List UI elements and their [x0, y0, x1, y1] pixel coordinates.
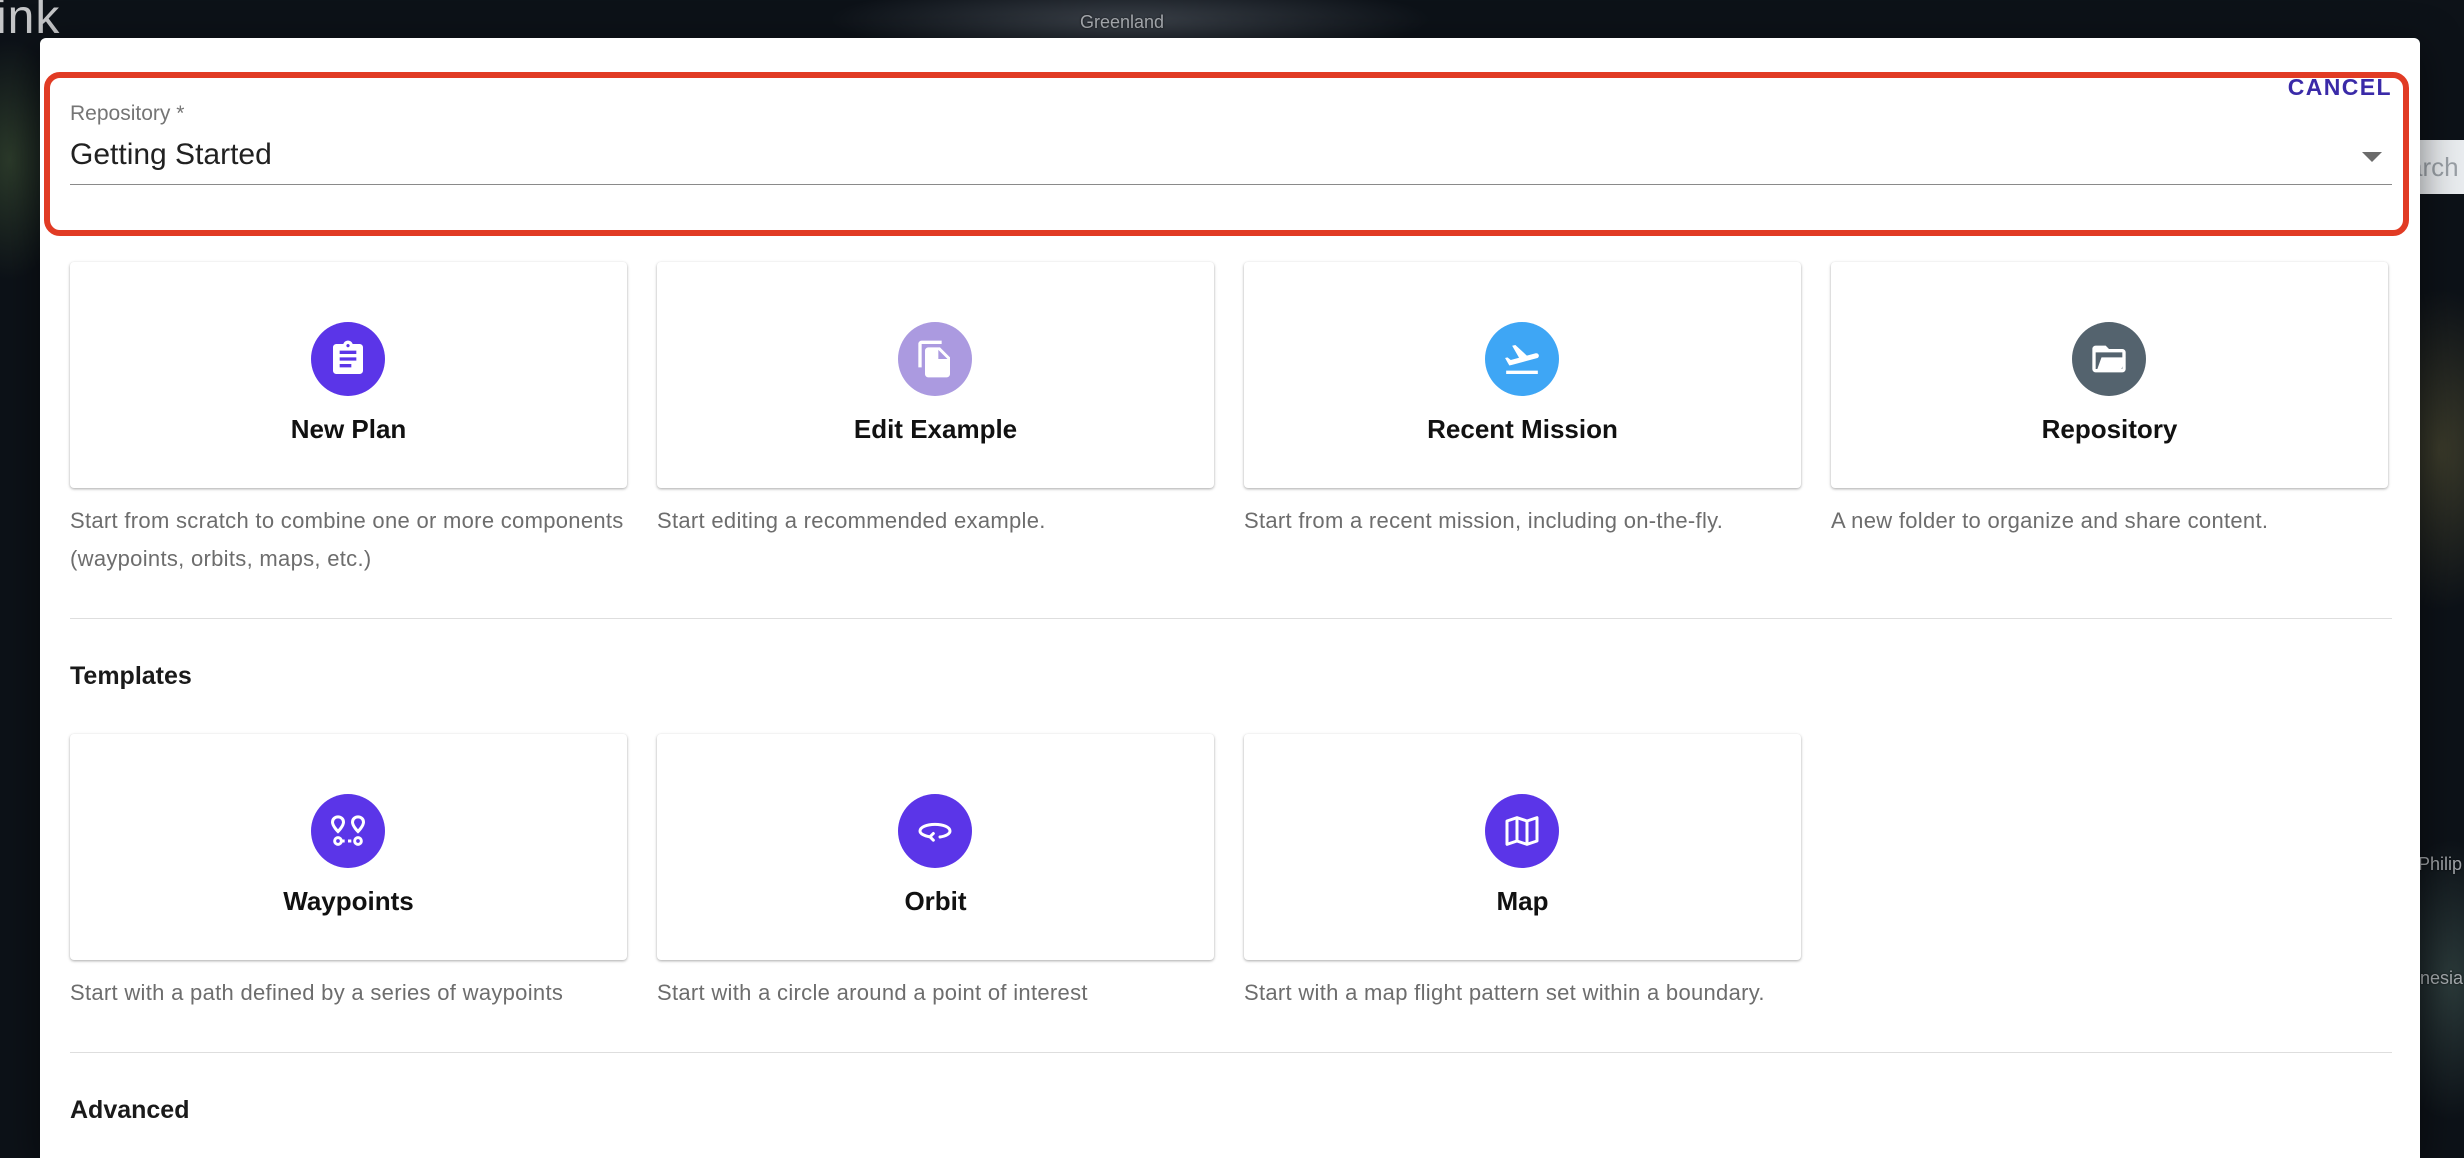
card-description: A new folder to organize and share conte…	[1831, 508, 2269, 533]
map-label-nesia: nesia	[2420, 968, 2464, 988]
card-repository[interactable]: Repository	[1831, 262, 2388, 488]
card-title: Repository	[2041, 414, 2178, 444]
card-description: Start with a map flight pattern set with…	[1244, 980, 1765, 1005]
card-description: Start from scratch to combine one or mor…	[70, 508, 624, 571]
card-title: Recent Mission	[1427, 414, 1618, 444]
card-edit-example[interactable]: Edit Example	[657, 262, 1214, 488]
templates-heading: Templates	[70, 662, 192, 690]
dropdown-arrow-icon[interactable]	[2362, 152, 2382, 162]
card-title: Map	[1496, 886, 1549, 916]
create-dialog: CANCEL Repository * Getting Started New …	[40, 38, 2420, 1158]
card-title: Waypoints	[283, 886, 414, 916]
card-description: Start with a circle around a point of in…	[657, 980, 1088, 1005]
repository-select-underline	[70, 184, 2392, 185]
section-divider	[70, 618, 2392, 619]
advanced-heading: Advanced	[70, 1096, 190, 1124]
card-new-plan[interactable]: New Plan	[70, 262, 627, 488]
card-description: Start editing a recommended example.	[657, 508, 1046, 533]
card-description: Start with a path defined by a series of…	[70, 980, 564, 1005]
card-description: Start from a recent mission, including o…	[1244, 508, 1724, 533]
card-title: New Plan	[290, 414, 407, 444]
card-recent-mission[interactable]: Recent Mission	[1244, 262, 1801, 488]
copy-file-icon	[898, 322, 972, 396]
card-title: Orbit	[904, 886, 967, 916]
repository-select-label: Repository *	[70, 102, 185, 125]
card-map[interactable]: Map	[1244, 734, 1801, 960]
section-divider	[70, 1052, 2392, 1053]
card-title: Edit Example	[853, 414, 1018, 444]
card-waypoints[interactable]: Waypoints	[70, 734, 627, 960]
cancel-button[interactable]: CANCEL	[2288, 74, 2392, 101]
repository-select[interactable]: Repository * Getting Started	[70, 98, 2392, 226]
clipboard-icon	[311, 322, 385, 396]
folder-open-icon	[2072, 322, 2146, 396]
waypoints-icon	[311, 794, 385, 868]
plane-takeoff-icon	[1485, 322, 1559, 396]
map-label-philip: Philip	[2418, 854, 2463, 874]
map-icon	[1485, 794, 1559, 868]
orbit-icon	[898, 794, 972, 868]
repository-select-value[interactable]: Getting Started	[70, 138, 272, 172]
map-label-greenland: Greenland	[1080, 12, 1165, 32]
card-orbit[interactable]: Orbit	[657, 734, 1214, 960]
